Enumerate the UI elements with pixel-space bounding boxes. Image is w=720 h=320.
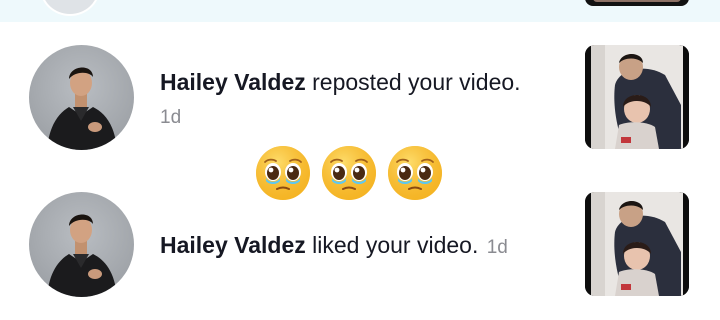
action-text: reposted your video. <box>305 69 521 95</box>
username[interactable]: Hailey Valdez <box>160 232 306 258</box>
avatar[interactable] <box>29 45 134 150</box>
timestamp: 1d <box>160 107 182 128</box>
timestamp: 1d <box>486 237 508 258</box>
username[interactable]: Hailey Valdez <box>160 69 306 95</box>
video-thumbnail[interactable] <box>585 192 689 296</box>
action-text: liked your video. <box>305 232 479 258</box>
notification-text: Hailey Valdez liked your video. 1d <box>160 231 508 262</box>
notifications-screen: Hailey Valdez reposted your video. 1d Ha… <box>0 0 720 320</box>
comment-emojis <box>253 143 445 203</box>
video-thumbnail[interactable] <box>585 0 689 6</box>
avatar[interactable] <box>29 192 134 297</box>
video-thumbnail[interactable] <box>585 45 689 149</box>
notification-text: Hailey Valdez reposted your video. <box>160 68 521 96</box>
video-thumbnail-icon <box>585 192 689 296</box>
user-avatar-photo-icon <box>47 214 117 297</box>
pleading-face-emoji-icon <box>319 143 379 203</box>
user-avatar-photo-icon <box>47 67 117 150</box>
previous-notification-row[interactable] <box>0 0 720 22</box>
pleading-face-emoji-icon <box>385 143 445 203</box>
pleading-face-emoji-icon <box>253 143 313 203</box>
video-thumbnail-icon <box>585 45 689 149</box>
avatar[interactable] <box>40 0 100 16</box>
